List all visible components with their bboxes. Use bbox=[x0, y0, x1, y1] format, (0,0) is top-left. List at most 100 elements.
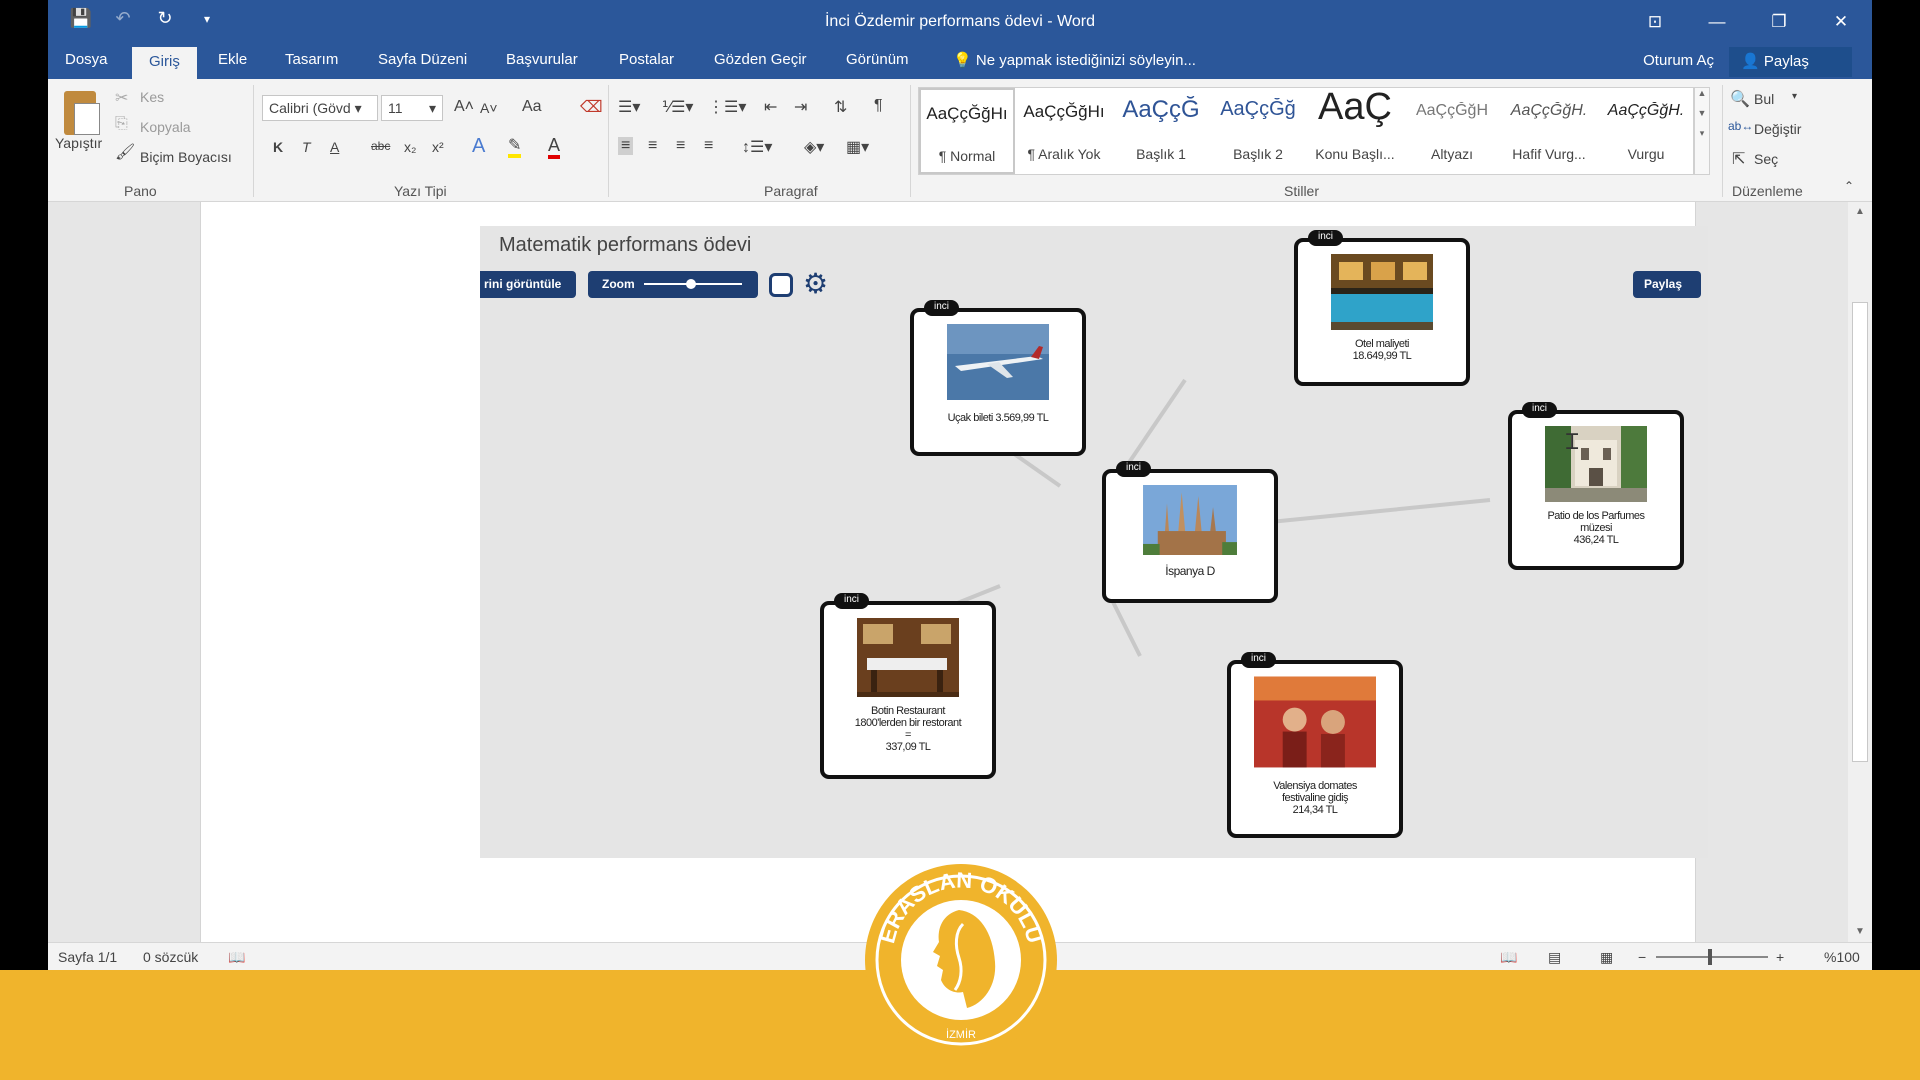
tab-file[interactable]: Dosya bbox=[65, 51, 108, 68]
chevron-down-icon[interactable]: ▾ bbox=[1792, 91, 1797, 102]
sort-icon[interactable]: ⇅ bbox=[834, 97, 847, 117]
tab-home[interactable]: Giriş bbox=[132, 47, 197, 79]
card-spain-center[interactable]: inci İspanya D bbox=[1102, 461, 1278, 603]
style-normal[interactable]: AaÇçĞğHı ¶ Normal bbox=[919, 88, 1015, 174]
zoom-slider-track[interactable] bbox=[1656, 956, 1768, 958]
collapse-ribbon-icon[interactable]: ⌃ bbox=[1844, 179, 1854, 193]
numbering-icon[interactable]: ⅟☰▾ bbox=[662, 97, 693, 117]
window-controls: ⊡ — ❐ ✕ bbox=[1624, 0, 1872, 43]
style-emphasis[interactable]: AaÇçĞğH. Vurgu bbox=[1598, 88, 1694, 174]
close-button[interactable]: ✕ bbox=[1810, 0, 1872, 43]
increase-indent-icon[interactable]: ⇥ bbox=[794, 97, 807, 117]
borders-icon[interactable]: ▦▾ bbox=[846, 137, 869, 157]
zoom-level[interactable]: %100 bbox=[1824, 949, 1860, 965]
font-color-icon[interactable]: A bbox=[548, 135, 561, 159]
copy-button[interactable]: Kopyala bbox=[140, 119, 191, 135]
tab-references[interactable]: Başvurular bbox=[506, 51, 578, 68]
highlighter-icon[interactable]: ✎ bbox=[508, 135, 522, 158]
web-layout-icon[interactable]: ▦ bbox=[1600, 949, 1613, 966]
bullets-icon[interactable]: ☰▾ bbox=[618, 97, 640, 117]
tell-me-input[interactable]: 💡 Ne yapmak istediğinizi söyleyin... bbox=[953, 51, 1196, 69]
vertical-scrollbar[interactable]: ▲ ▼ bbox=[1848, 202, 1872, 942]
view-button[interactable]: rini görüntüle bbox=[480, 271, 576, 298]
styles-gallery-scroll[interactable]: ▲ ▼ ▾ bbox=[1694, 87, 1710, 175]
print-layout-icon[interactable]: ▤ bbox=[1548, 949, 1561, 966]
style-heading-1[interactable]: AaÇçĞ Başlık 1 bbox=[1113, 88, 1209, 174]
card-festival[interactable]: inci Valensiya domates festivaline gidiş 2… bbox=[1227, 652, 1403, 838]
ribbon-display-options-icon[interactable]: ⊡ bbox=[1624, 0, 1686, 43]
line-spacing-icon[interactable]: ↕☰▾ bbox=[742, 137, 772, 157]
ribbon-tabs: Dosya Giriş Ekle Tasarım Sayfa Düzeni Ba… bbox=[48, 43, 1872, 79]
document-page[interactable]: Matematik performans ödevi rini görüntül… bbox=[200, 202, 1708, 942]
card-restaurant[interactable]: inci Botin Restaurant 1800'lerden bir res… bbox=[820, 593, 996, 779]
tab-review[interactable]: Gözden Geçir bbox=[714, 51, 807, 68]
courtyard-image bbox=[1545, 426, 1647, 502]
find-button[interactable]: Bul bbox=[1754, 91, 1774, 107]
grow-font-button[interactable]: A˄ bbox=[454, 98, 474, 116]
tab-design[interactable]: Tasarım bbox=[285, 51, 338, 68]
style-subtitle[interactable]: AaÇçĞğH Altyazı bbox=[1404, 88, 1500, 174]
multilevel-list-icon[interactable]: ⋮☰▾ bbox=[708, 97, 746, 117]
embedded-mindmap[interactable]: Matematik performans ödevi rini görüntül… bbox=[480, 226, 1708, 858]
text-effects-icon[interactable]: A bbox=[472, 135, 485, 158]
scrollbar-thumb[interactable] bbox=[1852, 302, 1868, 762]
zoom-in-button[interactable]: + bbox=[1776, 949, 1784, 965]
share-button[interactable]: 👤 Paylaş bbox=[1729, 47, 1852, 77]
shading-icon[interactable]: ◈▾ bbox=[804, 137, 824, 157]
paste-button[interactable] bbox=[58, 89, 102, 137]
zoom-slider-knob[interactable] bbox=[686, 279, 696, 289]
scroll-up-icon[interactable]: ▲ bbox=[1848, 206, 1872, 217]
zoom-control[interactable]: Zoom bbox=[588, 271, 758, 298]
format-painter-button[interactable]: Biçim Boyacısı bbox=[140, 149, 232, 165]
clear-formatting-icon[interactable]: ⌫ bbox=[580, 97, 603, 117]
group-label-editing: Düzenleme bbox=[1732, 183, 1803, 199]
bold-button[interactable]: K bbox=[273, 139, 283, 155]
style-no-spacing[interactable]: AaÇçĞğHı ¶ Aralık Yok bbox=[1016, 88, 1112, 174]
word-count[interactable]: 0 sözcük bbox=[143, 949, 198, 965]
scroll-down-icon[interactable]: ▼ bbox=[1848, 926, 1872, 937]
style-subtle-emphasis[interactable]: AaÇçĞğH. Hafif Vurg... bbox=[1501, 88, 1597, 174]
align-right-icon[interactable]: ≡ bbox=[676, 137, 685, 155]
style-title[interactable]: AaÇ Konu Başlı... bbox=[1307, 86, 1403, 174]
card-author-badge: inci bbox=[1116, 461, 1152, 477]
superscript-button[interactable]: x² bbox=[432, 139, 444, 155]
minimize-button[interactable]: — bbox=[1686, 0, 1748, 43]
select-button[interactable]: Seç bbox=[1754, 151, 1778, 167]
underline-button[interactable]: A bbox=[330, 139, 339, 155]
zoom-out-button[interactable]: − bbox=[1638, 949, 1646, 965]
font-name-value: Calibri (Gövd bbox=[269, 100, 351, 116]
align-left-icon[interactable]: ≡ bbox=[618, 137, 634, 155]
replace-button[interactable]: Değiştir bbox=[1754, 121, 1801, 137]
align-center-icon[interactable]: ≡ bbox=[648, 137, 657, 155]
page-count[interactable]: Sayfa 1/1 bbox=[58, 949, 117, 965]
font-size-select[interactable]: 11 ▾ bbox=[381, 95, 443, 121]
zoom-slider-knob[interactable] bbox=[1708, 949, 1712, 965]
card-hotel[interactable]: inci Otel maliyeti 18.649,99 TL bbox=[1294, 230, 1470, 386]
justify-icon[interactable]: ≡ bbox=[704, 137, 713, 155]
tab-view[interactable]: Görünüm bbox=[846, 51, 909, 68]
change-case-button[interactable]: Aa bbox=[522, 98, 542, 116]
tab-layout[interactable]: Sayfa Düzeni bbox=[378, 51, 467, 68]
gear-icon[interactable]: ⚙ bbox=[803, 270, 828, 298]
card-museum[interactable]: inci Patio de los Parfumes müzesi 436,24 T… bbox=[1508, 402, 1684, 570]
subscript-button[interactable]: x₂ bbox=[404, 139, 416, 155]
paste-label[interactable]: Yapıştır bbox=[55, 135, 102, 151]
shrink-font-button[interactable]: A˅ bbox=[480, 100, 498, 116]
sign-in-link[interactable]: Oturum Aç bbox=[1643, 52, 1714, 69]
decrease-indent-icon[interactable]: ⇤ bbox=[764, 97, 777, 117]
pilcrow-icon[interactable]: ¶ bbox=[874, 97, 883, 115]
tab-mailings[interactable]: Postalar bbox=[619, 51, 674, 68]
restore-button[interactable]: ❐ bbox=[1748, 0, 1810, 43]
proofing-icon[interactable]: 📖 bbox=[228, 949, 245, 966]
font-name-select[interactable]: Calibri (Gövd ▾ bbox=[262, 95, 378, 121]
card-flight[interactable]: inci Uçak bileti 3.569,99 TL bbox=[910, 300, 1086, 456]
style-heading-2[interactable]: AaÇçĞğ Başlık 2 bbox=[1210, 88, 1306, 174]
italic-button[interactable]: T bbox=[302, 139, 311, 155]
cut-button[interactable]: Kes bbox=[140, 89, 164, 105]
airplane-image bbox=[947, 324, 1049, 400]
tab-insert[interactable]: Ekle bbox=[218, 51, 247, 68]
canvas-share-button[interactable]: Paylaş bbox=[1633, 271, 1701, 298]
strikethrough-button[interactable]: abc bbox=[371, 139, 390, 153]
read-mode-icon[interactable]: 📖 bbox=[1500, 949, 1517, 966]
present-button[interactable] bbox=[769, 273, 793, 297]
